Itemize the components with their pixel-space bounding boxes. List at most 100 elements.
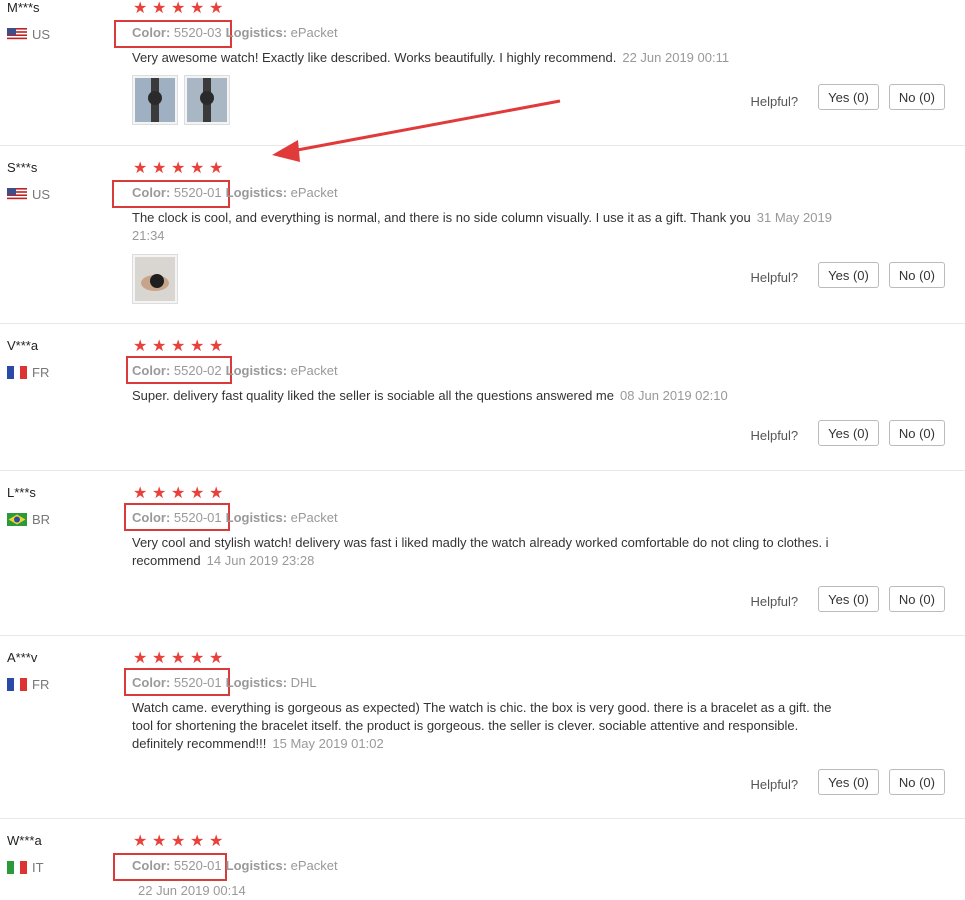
helpful-label: Helpful? bbox=[750, 427, 799, 443]
br-flag-icon bbox=[7, 513, 27, 526]
country-code: FR bbox=[32, 365, 50, 380]
star-icon: ★ bbox=[133, 485, 148, 502]
reviewer-country: IT bbox=[7, 860, 44, 875]
logistics-info: Logistics: DHL bbox=[225, 675, 317, 690]
logistics-info: Logistics: ePacket bbox=[225, 858, 338, 873]
reviewer-country: FR bbox=[7, 365, 49, 380]
helpful-no-button[interactable]: No (0) bbox=[888, 262, 945, 288]
country-code: IT bbox=[32, 860, 44, 875]
star-icon: ★ bbox=[209, 338, 224, 355]
star-icon: ★ bbox=[190, 833, 205, 850]
helpful-yes-button[interactable]: Yes (0) bbox=[818, 84, 879, 110]
color-info: Color: 5520-01 bbox=[132, 185, 222, 200]
review-text: 22 Jun 2019 00:14 bbox=[132, 882, 832, 900]
country-code: US bbox=[32, 27, 51, 42]
star-icon: ★ bbox=[152, 485, 167, 502]
logistics-info: Logistics: ePacket bbox=[225, 510, 338, 525]
star-icon: ★ bbox=[171, 485, 186, 502]
review-text: Super. delivery fast quality liked the s… bbox=[132, 388, 728, 403]
color-info: Color: 5520-01 bbox=[132, 510, 222, 525]
country-code: FR bbox=[32, 677, 50, 692]
helpful-no-button[interactable]: No (0) bbox=[888, 769, 945, 795]
review-photo[interactable] bbox=[132, 254, 178, 304]
star-rating: ★ ★ ★ ★ ★ bbox=[133, 486, 228, 502]
review-date: 22 Jun 2019 00:11 bbox=[622, 50, 730, 65]
review-divider bbox=[0, 323, 965, 324]
star-icon: ★ bbox=[209, 0, 224, 17]
review-meta: Color: 5520-01 Logistics: ePacket bbox=[132, 185, 338, 200]
color-info: Color: 5520-02 bbox=[132, 363, 222, 378]
helpful-no-button[interactable]: No (0) bbox=[888, 420, 945, 446]
helpful-label: Helpful? bbox=[750, 593, 799, 609]
star-icon: ★ bbox=[190, 160, 205, 177]
fr-flag-icon bbox=[7, 678, 27, 691]
star-icon: ★ bbox=[209, 650, 224, 667]
review-divider bbox=[0, 470, 965, 471]
reviewer-name: A***v bbox=[7, 650, 38, 665]
color-info: Color: 5520-03 bbox=[132, 25, 222, 40]
star-icon: ★ bbox=[133, 833, 148, 850]
star-icon: ★ bbox=[209, 160, 224, 177]
review-photo[interactable] bbox=[132, 75, 178, 125]
reviewer-country: BR bbox=[7, 512, 50, 527]
star-icon: ★ bbox=[171, 0, 186, 17]
review-text: Very cool and stylish watch! delivery wa… bbox=[132, 535, 829, 568]
reviewer-country: US bbox=[7, 187, 50, 202]
logistics-info: Logistics: ePacket bbox=[225, 363, 338, 378]
star-icon: ★ bbox=[152, 0, 167, 17]
us-flag-icon bbox=[7, 188, 27, 201]
review-photos bbox=[132, 254, 184, 304]
helpful-controls: Helpful? Yes (0) No (0) bbox=[750, 84, 945, 110]
star-icon: ★ bbox=[152, 650, 167, 667]
review-photos bbox=[132, 75, 236, 125]
review-text: Watch came. everything is gorgeous as ex… bbox=[132, 700, 832, 751]
review-text: Very awesome watch! Exactly like describ… bbox=[132, 50, 730, 65]
helpful-controls: Helpful? Yes (0) No (0) bbox=[750, 586, 945, 612]
review-divider bbox=[0, 145, 965, 146]
review-date: 22 Jun 2019 00:14 bbox=[138, 883, 246, 898]
review-text: The clock is cool, and everything is nor… bbox=[132, 210, 832, 243]
review-photo[interactable] bbox=[184, 75, 230, 125]
star-rating: ★ ★ ★ ★ ★ bbox=[133, 339, 228, 355]
helpful-label: Helpful? bbox=[750, 269, 799, 285]
star-icon: ★ bbox=[133, 338, 148, 355]
helpful-label: Helpful? bbox=[750, 93, 799, 109]
helpful-no-button[interactable]: No (0) bbox=[888, 586, 945, 612]
review-meta: Color: 5520-01 Logistics: ePacket bbox=[132, 858, 338, 873]
reviewer-country: FR bbox=[7, 677, 49, 692]
logistics-info: Logistics: ePacket bbox=[225, 25, 338, 40]
reviewer-name: V***a bbox=[7, 338, 39, 353]
color-info: Color: 5520-01 bbox=[132, 858, 222, 873]
reviewer-name: S***s bbox=[7, 160, 38, 175]
star-icon: ★ bbox=[190, 650, 205, 667]
helpful-no-button[interactable]: No (0) bbox=[888, 84, 945, 110]
star-icon: ★ bbox=[133, 0, 148, 17]
star-icon: ★ bbox=[171, 833, 186, 850]
star-icon: ★ bbox=[171, 650, 186, 667]
star-icon: ★ bbox=[190, 485, 205, 502]
review-date: 14 Jun 2019 23:28 bbox=[206, 553, 315, 568]
star-rating: ★ ★ ★ ★ ★ bbox=[133, 834, 228, 850]
star-icon: ★ bbox=[133, 650, 148, 667]
helpful-yes-button[interactable]: Yes (0) bbox=[818, 262, 879, 288]
helpful-label: Helpful? bbox=[750, 776, 799, 792]
review-meta: Color: 5520-02 Logistics: ePacket bbox=[132, 363, 338, 378]
annotation-arrow bbox=[272, 99, 561, 162]
helpful-yes-button[interactable]: Yes (0) bbox=[818, 586, 879, 612]
reviewer-name: W***a bbox=[7, 833, 42, 848]
helpful-yes-button[interactable]: Yes (0) bbox=[818, 769, 879, 795]
star-icon: ★ bbox=[209, 485, 224, 502]
star-icon: ★ bbox=[152, 160, 167, 177]
helpful-yes-button[interactable]: Yes (0) bbox=[818, 420, 879, 446]
us-flag-icon bbox=[7, 28, 27, 41]
star-icon: ★ bbox=[152, 833, 167, 850]
star-icon: ★ bbox=[190, 338, 205, 355]
review-meta: Color: 5520-01 Logistics: ePacket bbox=[132, 510, 338, 525]
star-icon: ★ bbox=[171, 338, 186, 355]
it-flag-icon bbox=[7, 861, 27, 874]
review-date: 15 May 2019 01:02 bbox=[272, 736, 384, 751]
review-divider bbox=[0, 818, 965, 819]
review-divider bbox=[0, 635, 965, 636]
logistics-info: Logistics: ePacket bbox=[225, 185, 338, 200]
star-icon: ★ bbox=[209, 833, 224, 850]
